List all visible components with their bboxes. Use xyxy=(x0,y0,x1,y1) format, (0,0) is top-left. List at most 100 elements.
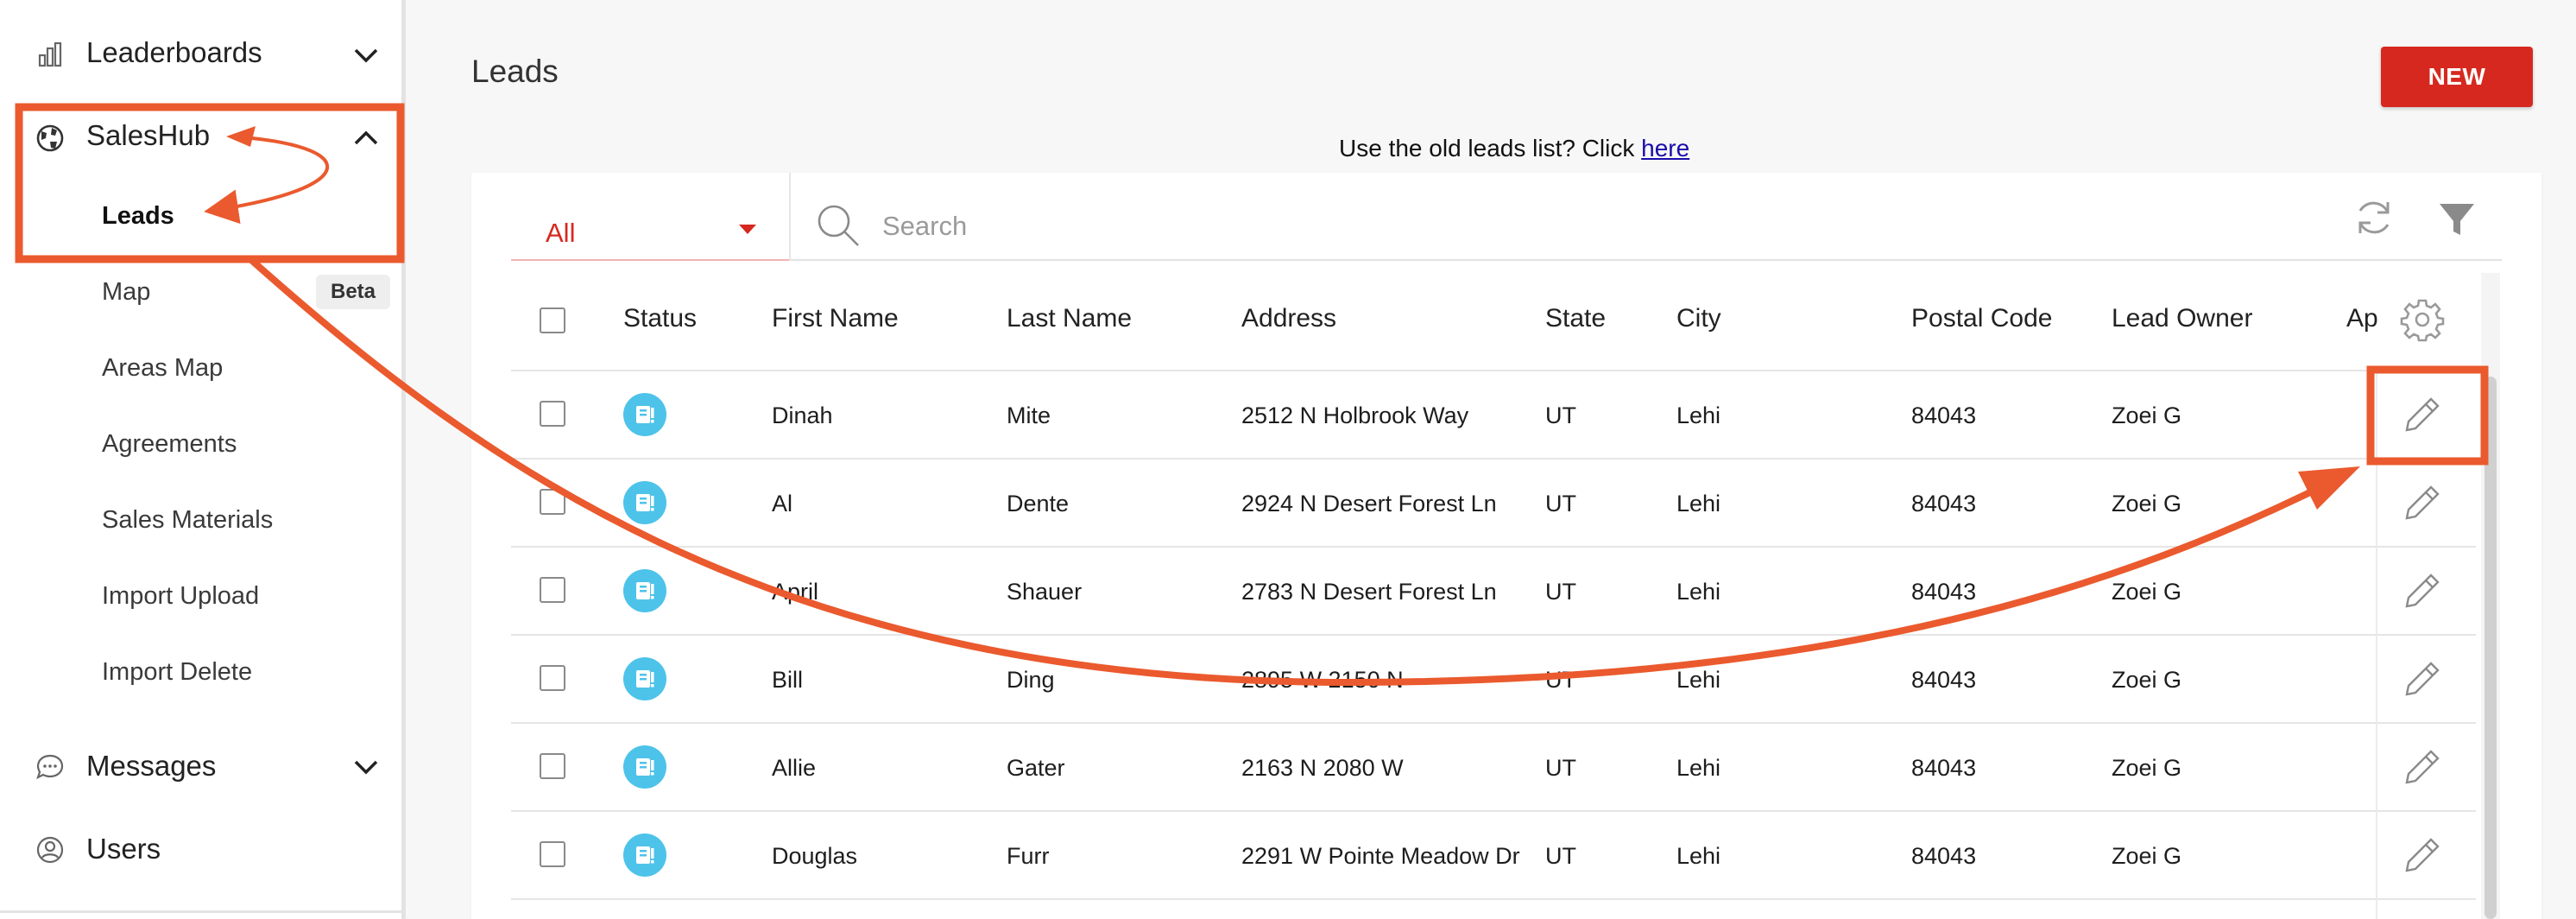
filter-icon[interactable] xyxy=(2434,197,2479,242)
status-filter-select[interactable]: All xyxy=(511,199,789,261)
gear-icon[interactable] xyxy=(2400,297,2445,342)
cell-state: UT xyxy=(1545,579,1576,605)
pencil-edit-icon[interactable] xyxy=(2402,746,2443,788)
row-checkbox[interactable] xyxy=(540,401,565,427)
row-checkbox[interactable] xyxy=(540,753,565,779)
new-lead-button[interactable]: NEW xyxy=(2381,47,2533,107)
globe-icon xyxy=(36,124,64,152)
cell-first-name: Bill xyxy=(772,667,804,693)
divider xyxy=(511,722,2476,724)
caret-down-icon xyxy=(739,225,756,234)
sidebar-item-leads[interactable]: Leads xyxy=(102,202,174,231)
chart-bar-icon xyxy=(38,41,62,67)
chevron-up-icon[interactable] xyxy=(349,121,383,155)
filter-underline xyxy=(511,259,789,261)
pencil-edit-icon[interactable] xyxy=(2402,394,2443,435)
sidebar-item-import-delete[interactable]: Import Delete xyxy=(102,658,252,687)
cell-city: Lehi xyxy=(1676,667,1721,693)
sidebar-item-sales-materials[interactable]: Sales Materials xyxy=(102,506,273,535)
cell-lead-owner: Zoei G xyxy=(2112,402,2182,428)
refresh-icon[interactable] xyxy=(2352,195,2396,240)
sidebar-item-messages[interactable]: Messages xyxy=(0,731,401,803)
column-header-ap[interactable]: Ap xyxy=(2346,304,2379,333)
sidebar-item-label: SalesHub xyxy=(86,119,211,151)
cell-lead-owner: Zoei G xyxy=(2112,667,2182,693)
cell-last-name: Dente xyxy=(1007,491,1070,517)
cell-lead-owner: Zoei G xyxy=(2112,755,2182,781)
column-header-address[interactable]: Address xyxy=(1241,304,1336,333)
divider xyxy=(511,898,2476,900)
divider xyxy=(511,370,2476,371)
old-list-link[interactable]: here xyxy=(1641,135,1689,162)
filter-value: All xyxy=(546,218,576,248)
scrollbar-thumb[interactable] xyxy=(2484,377,2497,919)
lead-status-icon xyxy=(623,657,666,700)
lead-status-icon xyxy=(623,393,666,436)
column-header-first-name[interactable]: First Name xyxy=(772,304,899,333)
sidebar-item-import-upload[interactable]: Import Upload xyxy=(102,582,259,611)
row-checkbox[interactable] xyxy=(540,489,565,515)
cell-state: UT xyxy=(1545,843,1576,869)
pencil-edit-icon[interactable] xyxy=(2402,482,2443,523)
pencil-edit-icon[interactable] xyxy=(2402,570,2443,612)
sidebar-item-leaderboards[interactable]: Leaderboards xyxy=(0,19,401,92)
cell-state: UT xyxy=(1545,402,1576,428)
cell-first-name: Allie xyxy=(772,755,817,781)
cell-first-name: Dinah xyxy=(772,402,833,428)
pencil-edit-icon[interactable] xyxy=(2402,658,2443,700)
cell-last-name: Ding xyxy=(1007,667,1055,693)
cell-city: Lehi xyxy=(1676,755,1721,781)
cell-first-name: April xyxy=(772,579,819,605)
cell-address: 2895 W 2150 N xyxy=(1241,667,1404,693)
page-title: Leads xyxy=(471,54,559,89)
divider xyxy=(511,810,2476,812)
cell-address: 2783 N Desert Forest Ln xyxy=(1241,579,1497,605)
row-checkbox[interactable] xyxy=(540,841,565,867)
column-header-status[interactable]: Status xyxy=(623,304,697,333)
column-header-lead-owner[interactable]: Lead Owner xyxy=(2112,304,2252,333)
cell-postal-code: 84043 xyxy=(1911,843,1977,869)
divider xyxy=(2298,259,2502,261)
user-icon xyxy=(36,836,64,864)
lead-status-icon xyxy=(623,833,666,877)
cell-address: 2291 W Pointe Meadow Dr xyxy=(1241,843,1520,869)
divider xyxy=(511,546,2476,548)
row-checkbox[interactable] xyxy=(540,665,565,691)
sidebar-item-map[interactable]: Map xyxy=(102,278,150,307)
cell-address: 2163 N 2080 W xyxy=(1241,755,1404,781)
row-checkbox[interactable] xyxy=(540,577,565,603)
cell-state: UT xyxy=(1545,491,1576,517)
cell-last-name: Shauer xyxy=(1007,579,1083,605)
sidebar-item-areas-map[interactable]: Areas Map xyxy=(102,354,223,383)
chevron-down-icon[interactable] xyxy=(349,750,383,784)
column-header-postal-code[interactable]: Postal Code xyxy=(1911,304,2052,333)
sidebar-item-users[interactable]: Users xyxy=(0,814,401,886)
divider xyxy=(789,173,791,261)
column-header-last-name[interactable]: Last Name xyxy=(1007,304,1132,333)
select-all-checkbox[interactable] xyxy=(540,307,565,333)
column-header-city[interactable]: City xyxy=(1676,304,1721,333)
app-root: Leaderboards SalesHub Leads Map Beta Are… xyxy=(0,0,2576,919)
old-list-text: Use the old leads list? Click xyxy=(1339,135,1642,162)
cell-state: UT xyxy=(1545,667,1576,693)
search-underline xyxy=(789,259,2298,261)
cell-postal-code: 84043 xyxy=(1911,402,1977,428)
search-input[interactable] xyxy=(882,204,2298,249)
cell-postal-code: 84043 xyxy=(1911,755,1977,781)
column-header-state[interactable]: State xyxy=(1545,304,1606,333)
sidebar-item-saleshub[interactable]: SalesHub xyxy=(0,102,401,174)
sidebar-item-agreements[interactable]: Agreements xyxy=(102,430,237,459)
search-icon xyxy=(818,205,859,246)
beta-badge: Beta xyxy=(316,275,390,309)
cell-postal-code: 84043 xyxy=(1911,579,1977,605)
cell-city: Lehi xyxy=(1676,491,1721,517)
sidebar-item-label: Users xyxy=(86,833,161,865)
lead-status-icon xyxy=(623,481,666,524)
sidebar-item-label: Messages xyxy=(86,750,217,782)
cell-last-name: Gater xyxy=(1007,755,1065,781)
divider xyxy=(0,910,401,913)
cell-postal-code: 84043 xyxy=(1911,667,1977,693)
pencil-edit-icon[interactable] xyxy=(2402,834,2443,876)
divider xyxy=(511,634,2476,636)
chevron-down-icon[interactable] xyxy=(349,38,383,73)
